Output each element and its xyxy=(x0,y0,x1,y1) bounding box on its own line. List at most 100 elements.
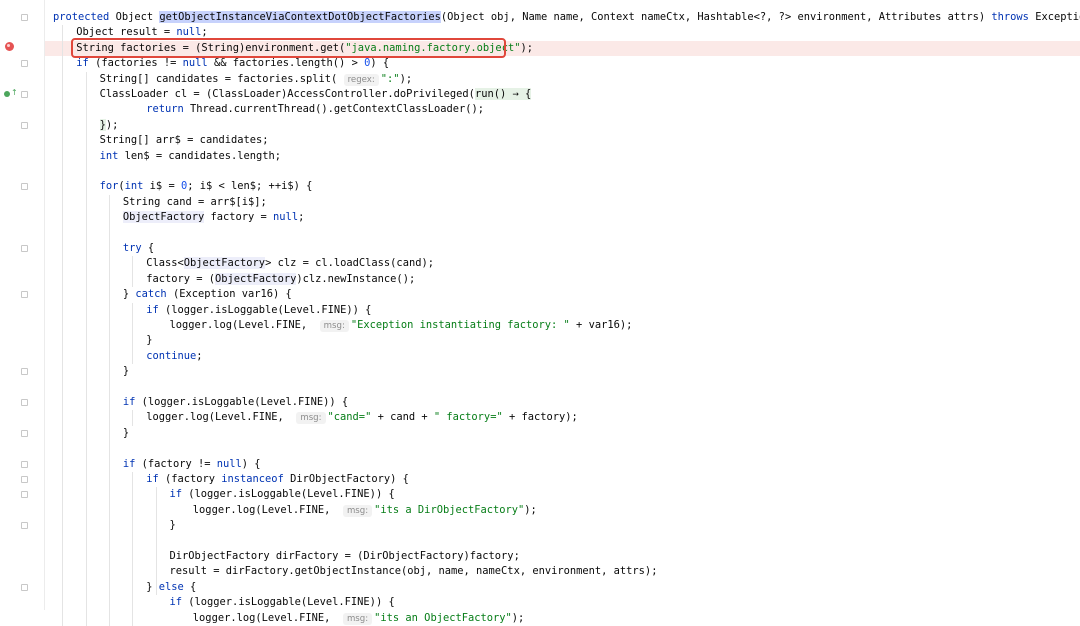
fold-marker-icon[interactable] xyxy=(21,583,28,591)
code-line[interactable]: for(int i$ = 0; i$ < len$; ++i$) { xyxy=(45,179,1080,194)
code-token: String factories = (String)environment.g… xyxy=(76,41,346,54)
fold-marker-icon[interactable] xyxy=(21,429,28,437)
indent-guide xyxy=(85,71,87,626)
code-line[interactable]: result = dirFactory.getObjectInstance(ob… xyxy=(45,564,1080,579)
code-line[interactable]: } xyxy=(45,364,1080,379)
fold-marker-icon[interactable] xyxy=(21,91,28,98)
fold-marker-icon[interactable] xyxy=(21,368,28,376)
code-token: } xyxy=(169,519,176,532)
code-line[interactable]: }); xyxy=(45,118,1080,133)
parameter-hint: msg: xyxy=(342,612,373,625)
code-line[interactable]: logger.log(Level.FINE, msg: "Exception in… xyxy=(45,318,1080,333)
code-token: logger.log(Level.FINE, xyxy=(192,503,343,516)
override-gutter-icon[interactable]: ↑ xyxy=(4,89,18,98)
code-line[interactable]: try { xyxy=(45,241,1080,256)
indent-guide xyxy=(132,410,134,426)
code-token: } xyxy=(146,334,153,347)
code-token: int xyxy=(124,180,144,193)
code-token: null xyxy=(182,57,208,70)
code-line[interactable]: } xyxy=(45,426,1080,441)
fold-marker-icon[interactable] xyxy=(21,14,28,21)
parameter-hint: msg: xyxy=(342,504,373,517)
code-line[interactable]: continue; xyxy=(45,349,1080,364)
fold-marker-icon[interactable] xyxy=(21,245,28,252)
indent-guide xyxy=(132,302,134,365)
code-token: ); xyxy=(105,118,119,131)
code-line[interactable]: Class<ObjectFactory> clz = cl.loadClass(… xyxy=(45,256,1080,271)
code-line[interactable]: String cand = arr$[i$]; xyxy=(45,195,1080,210)
code-token: ); xyxy=(511,611,525,624)
fold-marker-icon[interactable] xyxy=(21,476,28,483)
fold-marker-icon[interactable] xyxy=(21,121,28,129)
code-line[interactable]: } else { xyxy=(45,580,1080,595)
code-token: ; i$ < len$; ++i$) { xyxy=(187,180,313,193)
code-token: && factories.length() > xyxy=(207,57,365,70)
code-line[interactable]: if (factories != null && factories.lengt… xyxy=(45,56,1080,71)
code-token: (logger.isLoggable(Level.FINE)) { xyxy=(182,596,395,609)
code-line[interactable]: Object result = null; xyxy=(45,25,1080,40)
code-line[interactable]: logger.log(Level.FINE, msg: "cand=" + can… xyxy=(45,410,1080,425)
code-line[interactable] xyxy=(45,380,1080,395)
code-token: catch xyxy=(135,288,167,301)
code-line[interactable]: } catch (Exception var16) { xyxy=(45,287,1080,302)
code-token: > clz = cl.loadClass(cand); xyxy=(265,257,434,270)
fold-marker-icon[interactable] xyxy=(21,291,28,299)
code-token: null xyxy=(176,26,202,39)
code-line[interactable]: String[] candidates = factories.split( r… xyxy=(45,72,1080,87)
fold-marker-icon[interactable] xyxy=(21,183,28,191)
fold-marker-icon[interactable] xyxy=(21,522,28,530)
code-line[interactable]: ClassLoader cl = (ClassLoader)AccessCont… xyxy=(45,87,1080,102)
code-line[interactable]: DirObjectFactory dirFactory = (DirObject… xyxy=(45,549,1080,564)
code-token: run() → { xyxy=(474,88,532,100)
code-token: logger.log(Level.FINE, xyxy=(169,319,320,331)
code-line[interactable]: String factories = (String)environment.g… xyxy=(45,40,1080,57)
code-line[interactable]: if (logger.isLoggable(Level.FINE)) { xyxy=(45,303,1080,318)
code-token: if xyxy=(146,473,159,485)
code-token: (logger.isLoggable(Level.FINE)) { xyxy=(135,396,349,408)
code-line[interactable] xyxy=(45,534,1080,549)
code-token: Class< xyxy=(146,257,184,270)
code-line[interactable]: if (logger.isLoggable(Level.FINE)) { xyxy=(45,487,1080,502)
breakpoint-icon[interactable] xyxy=(5,42,14,51)
code-line[interactable]: if (factory != null) { xyxy=(45,457,1080,472)
code-line[interactable]: } xyxy=(45,518,1080,533)
code-line[interactable]: logger.log(Level.FINE, msg: "its a DirObj… xyxy=(45,503,1080,518)
editor-gutter[interactable]: ↑ xyxy=(0,0,45,610)
fold-marker-icon[interactable] xyxy=(21,491,28,499)
code-token: } xyxy=(122,365,130,378)
code-token: for xyxy=(99,180,119,193)
code-line[interactable]: if (logger.isLoggable(Level.FINE)) { xyxy=(45,595,1080,610)
code-line[interactable]: if (factory instanceof DirObjectFactory)… xyxy=(45,472,1080,487)
parameter-hint: msg: xyxy=(296,412,326,425)
code-token: (factory xyxy=(158,473,222,485)
fold-marker-icon[interactable] xyxy=(21,60,28,68)
code-line[interactable]: int len$ = candidates.length; xyxy=(45,149,1080,164)
code-token: } xyxy=(122,426,130,439)
code-token: "java.naming.factory.object" xyxy=(345,41,521,54)
code-line[interactable]: String[] arr$ = candidates; xyxy=(45,133,1080,148)
code-token: factory = xyxy=(204,211,274,224)
code-token: String[] candidates = factories.split( xyxy=(99,72,344,85)
code-line[interactable]: logger.log(Level.FINE, msg: "its an Objec… xyxy=(45,611,1080,626)
code-line[interactable] xyxy=(45,164,1080,179)
code-token: DirObjectFactory dirFactory = (DirObject… xyxy=(169,550,520,562)
code-editor[interactable]: ↑ protected Object getObjectInstanceViaC… xyxy=(0,0,1080,626)
code-line[interactable] xyxy=(45,441,1080,456)
code-token: result = dirFactory.getObjectInstance(ob… xyxy=(169,565,658,578)
code-line[interactable]: factory = (ObjectFactory)clz.newInstance… xyxy=(45,272,1080,287)
code-token: } xyxy=(122,288,136,301)
code-token: String[] arr$ = candidates; xyxy=(99,134,269,147)
code-token: ); xyxy=(520,41,533,54)
code-line[interactable]: } xyxy=(45,333,1080,348)
code-line[interactable]: ObjectFactory factory = null; xyxy=(45,210,1080,225)
code-line[interactable] xyxy=(45,226,1080,241)
code-token: (Exception var16) { xyxy=(166,288,292,301)
code-line[interactable]: protected Object getObjectInstanceViaCon… xyxy=(45,10,1080,25)
code-token: else xyxy=(158,580,184,593)
code-token: String cand = arr$[i$]; xyxy=(122,195,267,208)
code-area[interactable]: protected Object getObjectInstanceViaCon… xyxy=(45,0,1080,626)
fold-marker-icon[interactable] xyxy=(21,460,28,468)
code-line[interactable]: if (logger.isLoggable(Level.FINE)) { xyxy=(45,395,1080,410)
code-line[interactable]: return Thread.currentThread().getContext… xyxy=(45,102,1080,117)
fold-marker-icon[interactable] xyxy=(21,399,28,406)
